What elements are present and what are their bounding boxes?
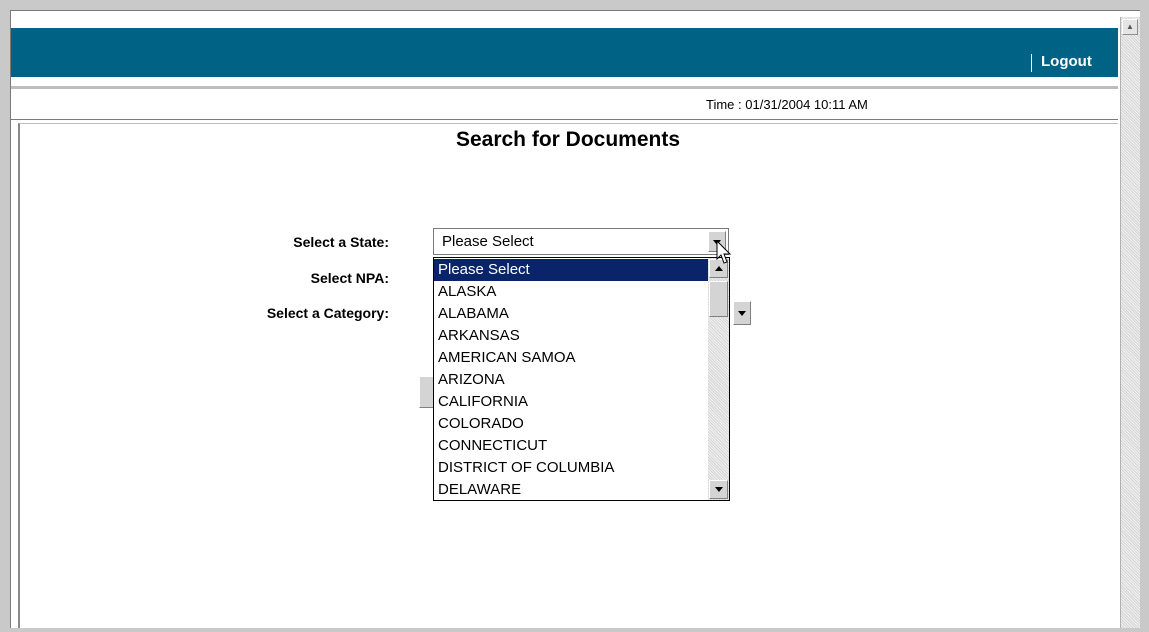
state-select-value: Please Select	[442, 233, 534, 250]
state-option[interactable]: ARIZONA	[434, 369, 708, 391]
state-option[interactable]: ALABAMA	[434, 303, 708, 325]
current-time: Time : 01/31/2004 10:11 AM	[706, 97, 868, 112]
dropdown-scrollbar[interactable]	[708, 258, 729, 500]
scroll-up-arrow-icon[interactable]: ▲	[1122, 19, 1138, 35]
header-separator	[1031, 54, 1032, 72]
status-divider	[11, 119, 1118, 120]
state-option[interactable]: DELAWARE	[434, 479, 708, 500]
state-option[interactable]: CALIFORNIA	[434, 391, 708, 413]
header-divider	[11, 86, 1118, 89]
dropdown-scroll-thumb[interactable]	[709, 281, 728, 317]
state-option[interactable]: Please Select	[434, 259, 708, 281]
page-title: Search for Documents	[455, 128, 681, 151]
window-frame-bottom	[0, 628, 1149, 632]
category-label: Select a Category:	[266, 305, 389, 321]
state-option[interactable]: CONNECTICUT	[434, 435, 708, 457]
dropdown-scroll-down-button[interactable]	[709, 480, 728, 499]
state-option[interactable]: ALASKA	[434, 281, 708, 303]
chevron-down-icon	[738, 311, 746, 316]
state-option[interactable]: AMERICAN SAMOA	[434, 347, 708, 369]
state-select[interactable]: Please Select	[433, 228, 729, 255]
logout-link[interactable]: Logout	[1041, 53, 1092, 70]
chevron-up-icon	[715, 266, 723, 271]
npa-label: Select NPA:	[310, 270, 389, 286]
chevron-down-icon	[715, 487, 723, 492]
state-dropdown-list[interactable]: Please Select ALASKA ALABAMA ARKANSAS AM…	[433, 257, 730, 501]
mouse-pointer-icon	[716, 240, 732, 264]
page-vertical-scrollbar[interactable]	[1120, 17, 1140, 628]
state-option[interactable]: COLORADO	[434, 413, 708, 435]
header-bar	[11, 28, 1118, 77]
state-option[interactable]: DISTRICT OF COLUMBIA	[434, 457, 708, 479]
state-label: Select a State:	[293, 234, 389, 250]
window-frame-top	[0, 0, 1149, 10]
state-option[interactable]: ARKANSAS	[434, 325, 708, 347]
window-frame-left	[0, 10, 10, 632]
category-select-dropdown-button[interactable]	[733, 301, 751, 325]
window-frame-right	[1140, 10, 1149, 632]
